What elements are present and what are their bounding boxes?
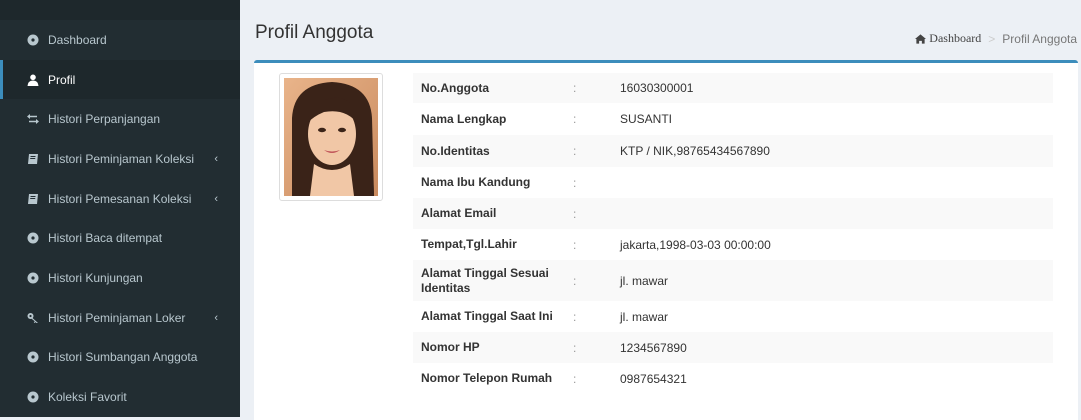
profile-field-label: Alamat Email bbox=[421, 206, 497, 220]
sidebar-item-histori-baca-ditempat[interactable]: Histori Baca ditempat bbox=[0, 218, 240, 258]
key-icon bbox=[27, 312, 39, 324]
dashboard-icon bbox=[27, 391, 39, 403]
main-content: Profil Anggota Dashboard > Profil Anggot… bbox=[240, 0, 1081, 420]
sidebar-item-label: Histori Pemesanan Koleksi bbox=[48, 191, 192, 206]
profile-row: Alamat Tinggal Sesuai Identitas: jl. mawa… bbox=[413, 260, 1053, 301]
profile-field-colon: : bbox=[573, 144, 577, 158]
sidebar-item-label: Histori Sumbangan Anggota bbox=[48, 350, 198, 365]
profile-row: Nama Lengkap: SUSANTI bbox=[413, 103, 1053, 135]
profile-field-colon: : bbox=[573, 340, 577, 355]
breadcrumb-current: Profil Anggota bbox=[1002, 31, 1077, 46]
profile-field-label: Nama Lengkap bbox=[421, 111, 507, 126]
profile-field-label: Nomor Telepon Rumah bbox=[421, 371, 553, 385]
breadcrumb: Dashboard > Profil Anggota bbox=[915, 31, 1077, 46]
profile-field-colon: : bbox=[573, 237, 577, 252]
profile-field-colon: : bbox=[573, 81, 577, 95]
sidebar-item-label: Dashboard bbox=[48, 32, 107, 47]
breadcrumb-home-label: Dashboard bbox=[929, 31, 982, 45]
sidebar-item-dashboard[interactable]: Dashboard bbox=[0, 20, 240, 60]
profile-field-label: No.Anggota bbox=[421, 80, 489, 95]
profile-row: No.Anggota: 16030300001 bbox=[413, 73, 1053, 103]
profile-row: Nomor HP: 1234567890 bbox=[413, 332, 1053, 363]
profile-field-colon: : bbox=[573, 309, 577, 324]
profile-field-value: 1234567890 bbox=[620, 340, 687, 355]
sidebar-item-koleksi-favorit[interactable]: Koleksi Favorit bbox=[0, 377, 240, 417]
sidebar-item-histori-peminjaman-koleksi[interactable]: Histori Peminjaman Koleksi ‹ bbox=[0, 139, 240, 179]
sidebar-item-label: Histori Baca ditempat bbox=[48, 231, 163, 246]
profile-field-label: Tempat,Tgl.Lahir bbox=[421, 237, 517, 251]
sidebar-item-profil[interactable]: Profil bbox=[0, 59, 240, 100]
profile-field-label: Alamat Tinggal Saat Ini bbox=[421, 309, 553, 323]
user-icon bbox=[27, 74, 39, 86]
sidebar-item-label: Histori Peminjaman Loker bbox=[48, 310, 186, 325]
profile-field-value: jl. mawar bbox=[620, 273, 669, 288]
profile-table: No.Anggota: 16030300001 Nama Lengkap: SUSAN… bbox=[413, 73, 1053, 394]
sidebar: Dashboard Profil Histori Perpanjangan Histo… bbox=[0, 0, 240, 417]
sidebar-item-histori-pemesanan-koleksi[interactable]: Histori Pemesanan Koleksi ‹ bbox=[0, 179, 240, 219]
sidebar-item-histori-perpanjangan[interactable]: Histori Perpanjangan bbox=[0, 99, 240, 139]
profile-field-label: Nomor HP bbox=[421, 340, 480, 354]
chevron-left-icon: ‹ bbox=[214, 192, 218, 205]
profile-field-value: jl. mawar bbox=[620, 309, 669, 324]
profile-field-value: SUSANTI bbox=[620, 112, 673, 126]
profile-row: Alamat Email: bbox=[413, 198, 1053, 229]
dashboard-icon bbox=[27, 272, 39, 284]
profile-field-value: 16030300001 bbox=[620, 81, 694, 95]
profile-field-value: KTP / NIK,98765434567890 bbox=[620, 144, 770, 158]
home-icon bbox=[915, 33, 927, 44]
profile-row: No.Identitas: KTP / NIK,98765434567890 bbox=[413, 135, 1053, 167]
profile-field-label: Nama Ibu Kandung bbox=[421, 175, 531, 189]
sidebar-item-histori-kunjungan[interactable]: Histori Kunjungan bbox=[0, 258, 240, 298]
profile-field-colon: : bbox=[573, 175, 577, 190]
book-icon bbox=[27, 153, 39, 165]
dashboard-icon bbox=[27, 232, 39, 244]
chevron-left-icon: ‹ bbox=[214, 311, 218, 324]
profile-row: Alamat Tinggal Saat Ini: jl. mawar bbox=[413, 301, 1053, 332]
breadcrumb-home-link[interactable]: Dashboard bbox=[915, 31, 981, 46]
profile-field-value: 0987654321 bbox=[620, 371, 687, 386]
member-photo-image bbox=[284, 78, 378, 196]
book-icon bbox=[27, 193, 39, 205]
sidebar-item-label: Histori Perpanjangan bbox=[48, 112, 161, 127]
profile-photo bbox=[279, 73, 383, 201]
dashboard-icon bbox=[27, 34, 39, 46]
chevron-left-icon: ‹ bbox=[214, 152, 218, 165]
sidebar-item-histori-peminjaman-loker[interactable]: Histori Peminjaman Loker ‹ bbox=[0, 298, 240, 338]
profile-field-label: Alamat Tinggal Sesuai Identitas bbox=[421, 265, 549, 295]
profile-row: Nomor Telepon Rumah: 0987654321 bbox=[413, 363, 1053, 394]
profile-field-colon: : bbox=[573, 206, 577, 221]
page-title: Profil Anggota bbox=[255, 22, 374, 43]
sidebar-top-strip bbox=[0, 0, 240, 20]
sidebar-item-label: Koleksi Favorit bbox=[48, 390, 127, 405]
profile-field-colon: : bbox=[573, 112, 577, 126]
sidebar-item-histori-sumbangan-anggota[interactable]: Histori Sumbangan Anggota bbox=[0, 338, 240, 378]
sidebar-item-label: Profil bbox=[48, 72, 76, 87]
sidebar-menu: Dashboard Profil Histori Perpanjangan Histo… bbox=[0, 20, 240, 417]
exchange-icon bbox=[27, 113, 39, 125]
profile-box: No.Anggota: 16030300001 Nama Lengkap: SUSAN… bbox=[254, 60, 1078, 420]
sidebar-item-label: Histori Peminjaman Koleksi bbox=[48, 151, 195, 166]
sidebar-item-label: Histori Kunjungan bbox=[48, 270, 143, 285]
profile-field-value: jakarta,1998-03-03 00:00:00 bbox=[620, 237, 771, 252]
profile-field-label: No.Identitas bbox=[421, 143, 490, 158]
profile-field-colon: : bbox=[573, 371, 577, 386]
profile-row: Nama Ibu Kandung: bbox=[413, 167, 1053, 198]
profile-row: Tempat,Tgl.Lahir: jakarta,1998-03-03 00:0… bbox=[413, 229, 1053, 260]
breadcrumb-separator: > bbox=[988, 31, 996, 46]
dashboard-icon bbox=[27, 351, 39, 363]
profile-field-colon: : bbox=[573, 273, 577, 288]
